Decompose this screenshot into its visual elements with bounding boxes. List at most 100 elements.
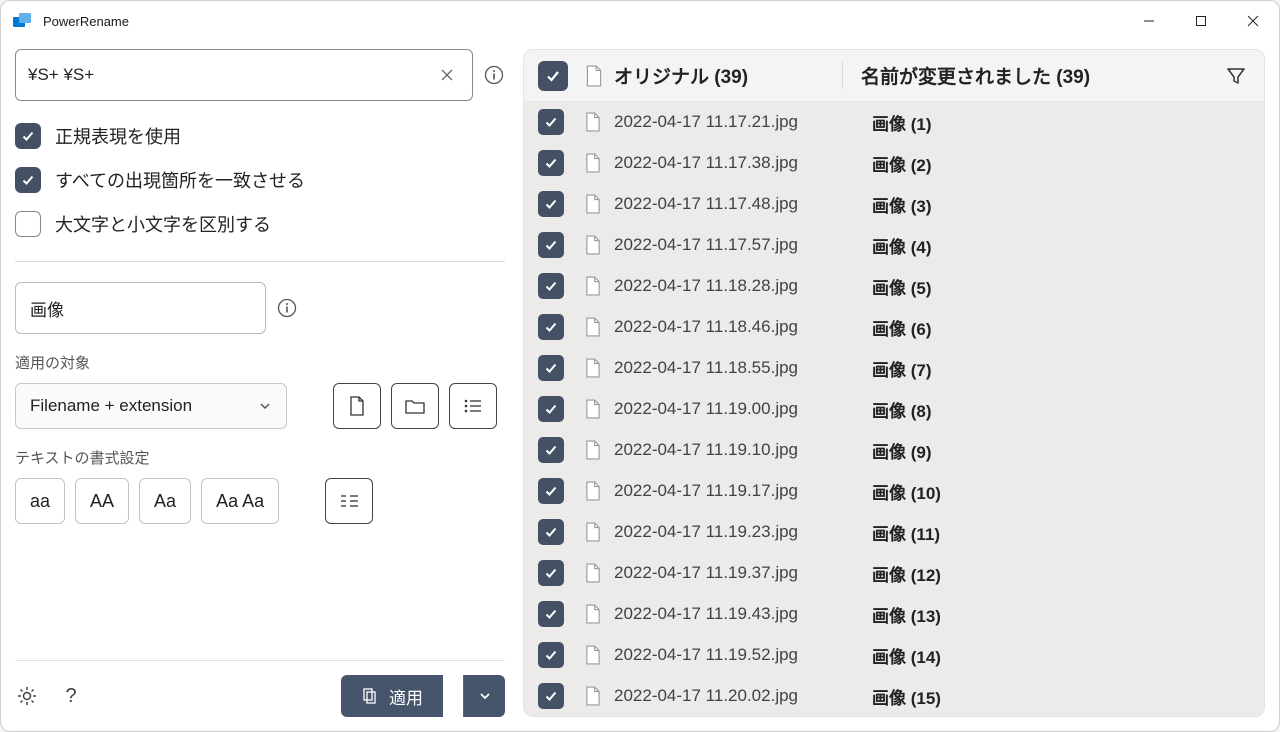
row-checkbox[interactable] xyxy=(538,642,564,668)
row-checkbox[interactable] xyxy=(538,191,564,217)
include-folders-button[interactable] xyxy=(391,383,439,429)
table-row[interactable]: 2022-04-17 11.18.28.jpg画像 (5) xyxy=(524,266,1264,307)
row-checkbox[interactable] xyxy=(538,150,564,176)
minimize-icon xyxy=(1143,15,1155,27)
original-header[interactable]: オリジナル (39) xyxy=(584,62,842,89)
table-row[interactable]: 2022-04-17 11.17.38.jpg画像 (2) xyxy=(524,143,1264,184)
case-sensitive-label: 大文字と小文字を区別する xyxy=(55,211,271,237)
renamed-name: 画像 (13) xyxy=(872,602,1246,627)
row-checkbox[interactable] xyxy=(538,396,564,422)
use-regex-option[interactable]: 正規表現を使用 xyxy=(15,123,505,149)
app-title: PowerRename xyxy=(43,14,129,29)
match-all-option[interactable]: すべての出現箇所を一致させる xyxy=(15,167,505,193)
list-icon xyxy=(462,397,484,415)
left-panel: 正規表現を使用 すべての出現箇所を一致させる 大文字と小文字を区別する xyxy=(15,49,505,717)
window-maximize-button[interactable] xyxy=(1175,1,1227,41)
include-subfolders-button[interactable] xyxy=(449,383,497,429)
include-files-button[interactable] xyxy=(333,383,381,429)
table-row[interactable]: 2022-04-17 11.19.52.jpg画像 (14) xyxy=(524,635,1264,676)
table-row[interactable]: 2022-04-17 11.19.23.jpg画像 (11) xyxy=(524,512,1264,553)
uppercase-button[interactable]: AA xyxy=(75,478,129,524)
check-icon xyxy=(544,156,558,170)
file-icon xyxy=(584,440,602,460)
capitalize-each-button[interactable]: Aa Aa xyxy=(201,478,279,524)
table-row[interactable]: 2022-04-17 11.17.48.jpg画像 (3) xyxy=(524,184,1264,225)
check-icon xyxy=(544,648,558,662)
search-box xyxy=(15,49,473,101)
row-checkbox[interactable] xyxy=(538,560,564,586)
table-row[interactable]: 2022-04-17 11.19.43.jpg画像 (13) xyxy=(524,594,1264,635)
original-name: 2022-04-17 11.18.46.jpg xyxy=(614,317,872,337)
original-name: 2022-04-17 11.19.17.jpg xyxy=(614,481,872,501)
renamed-name: 画像 (1) xyxy=(872,110,1246,135)
row-checkbox[interactable] xyxy=(538,109,564,135)
table-body[interactable]: 2022-04-17 11.17.21.jpg画像 (1)2022-04-17 … xyxy=(524,102,1264,716)
settings-button[interactable] xyxy=(15,684,39,708)
table-row[interactable]: 2022-04-17 11.19.37.jpg画像 (12) xyxy=(524,553,1264,594)
row-checkbox[interactable] xyxy=(538,519,564,545)
table-row[interactable]: 2022-04-17 11.19.17.jpg画像 (10) xyxy=(524,471,1264,512)
match-all-checkbox[interactable] xyxy=(15,167,41,193)
table-row[interactable]: 2022-04-17 11.18.55.jpg画像 (7) xyxy=(524,348,1264,389)
table-row[interactable]: 2022-04-17 11.17.21.jpg画像 (1) xyxy=(524,102,1264,143)
file-icon xyxy=(347,395,367,417)
row-checkbox[interactable] xyxy=(538,437,564,463)
replace-box xyxy=(15,282,266,334)
titlecase-button[interactable]: Aa xyxy=(139,478,191,524)
info-icon xyxy=(484,65,504,85)
check-icon xyxy=(544,238,558,252)
apply-button[interactable]: 適用 xyxy=(341,675,443,717)
renamed-name: 画像 (9) xyxy=(872,438,1246,463)
check-icon xyxy=(544,484,558,498)
renamed-name: 画像 (14) xyxy=(872,643,1246,668)
replace-input[interactable] xyxy=(30,298,251,318)
app-window: PowerRename xyxy=(0,0,1280,732)
row-checkbox[interactable] xyxy=(538,314,564,340)
check-icon xyxy=(544,361,558,375)
file-icon xyxy=(584,235,602,255)
renamed-header-label: 名前が変更されました (39) xyxy=(861,67,1090,88)
check-icon xyxy=(21,173,35,187)
select-all-checkbox[interactable] xyxy=(538,61,568,91)
help-button[interactable]: ? xyxy=(59,684,83,708)
original-name: 2022-04-17 11.17.57.jpg xyxy=(614,235,872,255)
table-row[interactable]: 2022-04-17 11.19.00.jpg画像 (8) xyxy=(524,389,1264,430)
apply-to-dropdown[interactable]: Filename + extension xyxy=(15,383,287,429)
file-icon xyxy=(584,112,602,132)
row-checkbox[interactable] xyxy=(538,273,564,299)
row-checkbox[interactable] xyxy=(538,601,564,627)
row-checkbox[interactable] xyxy=(538,355,564,381)
search-info-button[interactable] xyxy=(483,64,505,86)
filter-icon xyxy=(1226,66,1246,86)
table-row[interactable]: 2022-04-17 11.17.57.jpg画像 (4) xyxy=(524,225,1264,266)
chevron-down-icon xyxy=(478,689,492,703)
case-sensitive-option[interactable]: 大文字と小文字を区別する xyxy=(15,211,505,237)
lowercase-button[interactable]: aa xyxy=(15,478,65,524)
apply-dropdown-button[interactable] xyxy=(463,675,505,717)
row-checkbox[interactable] xyxy=(538,232,564,258)
table-row[interactable]: 2022-04-17 11.20.02.jpg画像 (15) xyxy=(524,676,1264,716)
use-regex-checkbox[interactable] xyxy=(15,123,41,149)
window-close-button[interactable] xyxy=(1227,1,1279,41)
enumerate-button[interactable] xyxy=(325,478,373,524)
divider xyxy=(15,261,505,262)
renamed-name: 画像 (8) xyxy=(872,397,1246,422)
replace-info-button[interactable] xyxy=(276,297,298,319)
renamed-header[interactable]: 名前が変更されました (39) xyxy=(842,62,1226,89)
original-name: 2022-04-17 11.20.02.jpg xyxy=(614,686,872,706)
case-sensitive-checkbox[interactable] xyxy=(15,211,41,237)
table-row[interactable]: 2022-04-17 11.19.10.jpg画像 (9) xyxy=(524,430,1264,471)
window-minimize-button[interactable] xyxy=(1123,1,1175,41)
clear-search-button[interactable] xyxy=(434,68,460,82)
file-icon xyxy=(584,358,602,378)
search-input[interactable] xyxy=(28,65,434,85)
original-name: 2022-04-17 11.18.28.jpg xyxy=(614,276,872,296)
check-icon xyxy=(544,443,558,457)
row-checkbox[interactable] xyxy=(538,478,564,504)
original-name: 2022-04-17 11.19.43.jpg xyxy=(614,604,872,624)
original-name: 2022-04-17 11.19.52.jpg xyxy=(614,645,872,665)
filter-button[interactable] xyxy=(1226,66,1246,86)
table-row[interactable]: 2022-04-17 11.18.46.jpg画像 (6) xyxy=(524,307,1264,348)
file-icon xyxy=(584,481,602,501)
row-checkbox[interactable] xyxy=(538,683,564,709)
